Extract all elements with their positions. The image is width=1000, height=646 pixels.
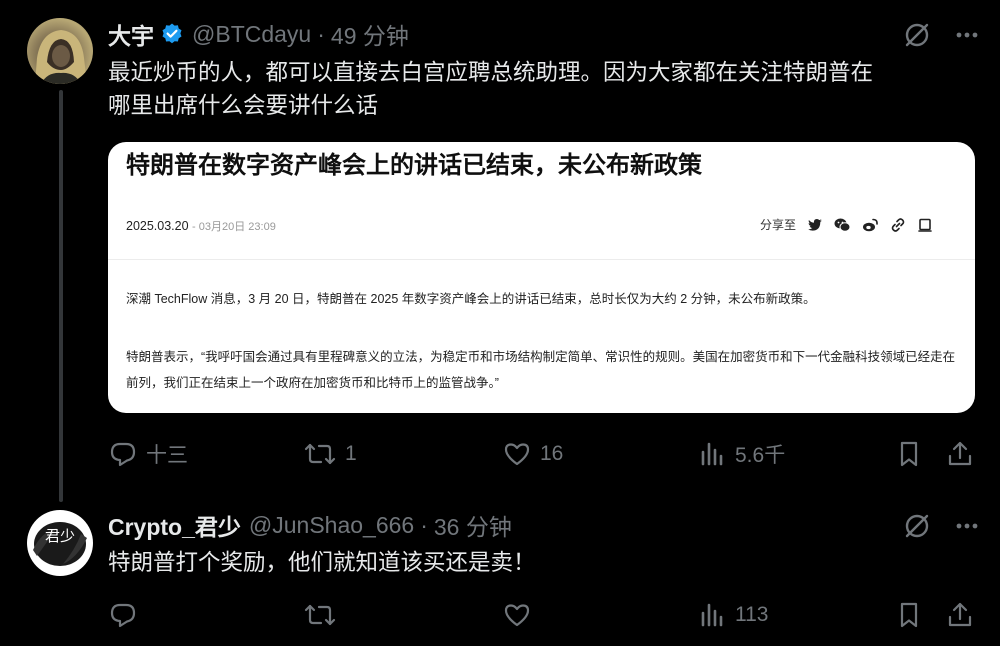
separator-dot: · xyxy=(317,20,325,47)
post-header: 大宇 @BTCdayu · 49 分钟 xyxy=(108,17,409,51)
post-text: 最近炒币的人，都可以直接去白宫应聘总统助理。因为大家都在关注特朗普在 哪里出席什… xyxy=(108,56,873,122)
repost-icon xyxy=(304,443,336,465)
reply-button[interactable] xyxy=(108,598,138,632)
views-count: 5.6千 xyxy=(735,444,786,467)
reply-top-actions xyxy=(902,511,980,541)
views-button[interactable]: 113 xyxy=(699,598,768,632)
link-icon xyxy=(891,217,905,232)
avatar-text: 君少 xyxy=(45,527,75,545)
card-paragraph: 特朗普表示，“我呼吁国会通过具有里程碑意义的立法，为稳定币和市场结构制定简单、常… xyxy=(126,350,956,390)
share-button[interactable] xyxy=(945,437,975,471)
author-name[interactable]: 大宇 xyxy=(108,17,154,51)
post-top-actions xyxy=(902,20,980,50)
bookmark-button[interactable] xyxy=(894,598,924,632)
wechat-icon xyxy=(834,218,851,232)
author-handle[interactable]: @JunShao_666 xyxy=(249,512,414,539)
post-action-bar: 十三 1 16 5.6千 xyxy=(108,437,974,471)
grok-icon[interactable] xyxy=(902,511,932,541)
post-text-line: 哪里出席什么会要讲什么话 xyxy=(108,93,379,118)
bookmark-icon xyxy=(900,602,918,628)
reply-icon xyxy=(110,442,136,467)
card-date-main: 2025.03.20 xyxy=(126,219,189,233)
repost-count: 1 xyxy=(345,442,357,465)
repost-icon xyxy=(304,604,336,626)
share-button[interactable] xyxy=(945,598,975,632)
card-date-sub: - 03月20日 23:09 xyxy=(192,221,276,233)
share-icon xyxy=(948,441,972,466)
more-options-icon[interactable] xyxy=(954,22,980,48)
views-count: 113 xyxy=(735,603,769,626)
heart-icon xyxy=(504,443,530,466)
post-time[interactable]: 49 分钟 xyxy=(331,17,409,51)
views-button[interactable]: 5.6千 xyxy=(699,437,785,471)
grok-icon[interactable] xyxy=(902,20,932,50)
heart-icon xyxy=(504,604,530,627)
card-title: 特朗普在数字资产峰会上的讲话已结束，未公布新政策 xyxy=(126,152,702,179)
card-share-row: 分享至 xyxy=(760,216,933,233)
repost-button[interactable]: 1 xyxy=(303,437,357,471)
like-button[interactable]: 16 xyxy=(502,437,563,471)
weibo-icon xyxy=(863,218,878,231)
more-options-icon[interactable] xyxy=(954,513,980,539)
bookmark-icon xyxy=(900,441,918,467)
bookmark-button[interactable] xyxy=(894,437,924,471)
like-button[interactable] xyxy=(502,598,532,632)
repost-button[interactable] xyxy=(303,598,337,632)
ink-calligraphy-avatar-icon: 君少 xyxy=(33,522,87,566)
thread-connector-line xyxy=(59,90,63,502)
post-time[interactable]: 36 分钟 xyxy=(434,508,512,542)
reply-icon xyxy=(110,603,136,628)
author-name[interactable]: Crypto_君少 xyxy=(108,508,241,542)
poster-icon xyxy=(918,218,932,232)
twitter-bird-icon xyxy=(808,218,823,231)
news-screenshot-card[interactable]: 特朗普在数字资产峰会上的讲话已结束，未公布新政策 2025.03.20 - 03… xyxy=(108,142,975,413)
views-chart-icon xyxy=(701,442,723,466)
hooded-figure-avatar-icon xyxy=(35,30,87,84)
reply-count: 十三 xyxy=(146,444,188,467)
author-handle[interactable]: @BTCdayu xyxy=(192,21,311,48)
card-date: 2025.03.20 - 03月20日 23:09 xyxy=(126,218,276,234)
reply-header: Crypto_君少 @JunShao_666 · 36 分钟 xyxy=(108,508,512,542)
share-label: 分享至 xyxy=(760,218,797,232)
avatar[interactable]: 君少 xyxy=(27,510,93,576)
verified-badge-icon xyxy=(162,23,182,44)
avatar[interactable] xyxy=(27,18,93,84)
card-divider xyxy=(108,259,975,260)
card-paragraph: 深潮 TechFlow 消息，3 月 20 日，特朗普在 2025 年数字资产峰… xyxy=(126,292,816,306)
views-chart-icon xyxy=(701,603,723,627)
reply-text: 特朗普打个奖励，他们就知道该买还是卖！ xyxy=(108,550,536,575)
separator-dot: · xyxy=(420,511,428,538)
reply-button[interactable]: 十三 xyxy=(108,437,188,471)
like-count: 16 xyxy=(540,442,564,465)
reply-action-bar: 113 xyxy=(108,598,974,632)
post-text-line: 最近炒币的人，都可以直接去白宫应聘总统助理。因为大家都在关注特朗普在 xyxy=(108,60,874,85)
share-icon xyxy=(948,602,972,627)
